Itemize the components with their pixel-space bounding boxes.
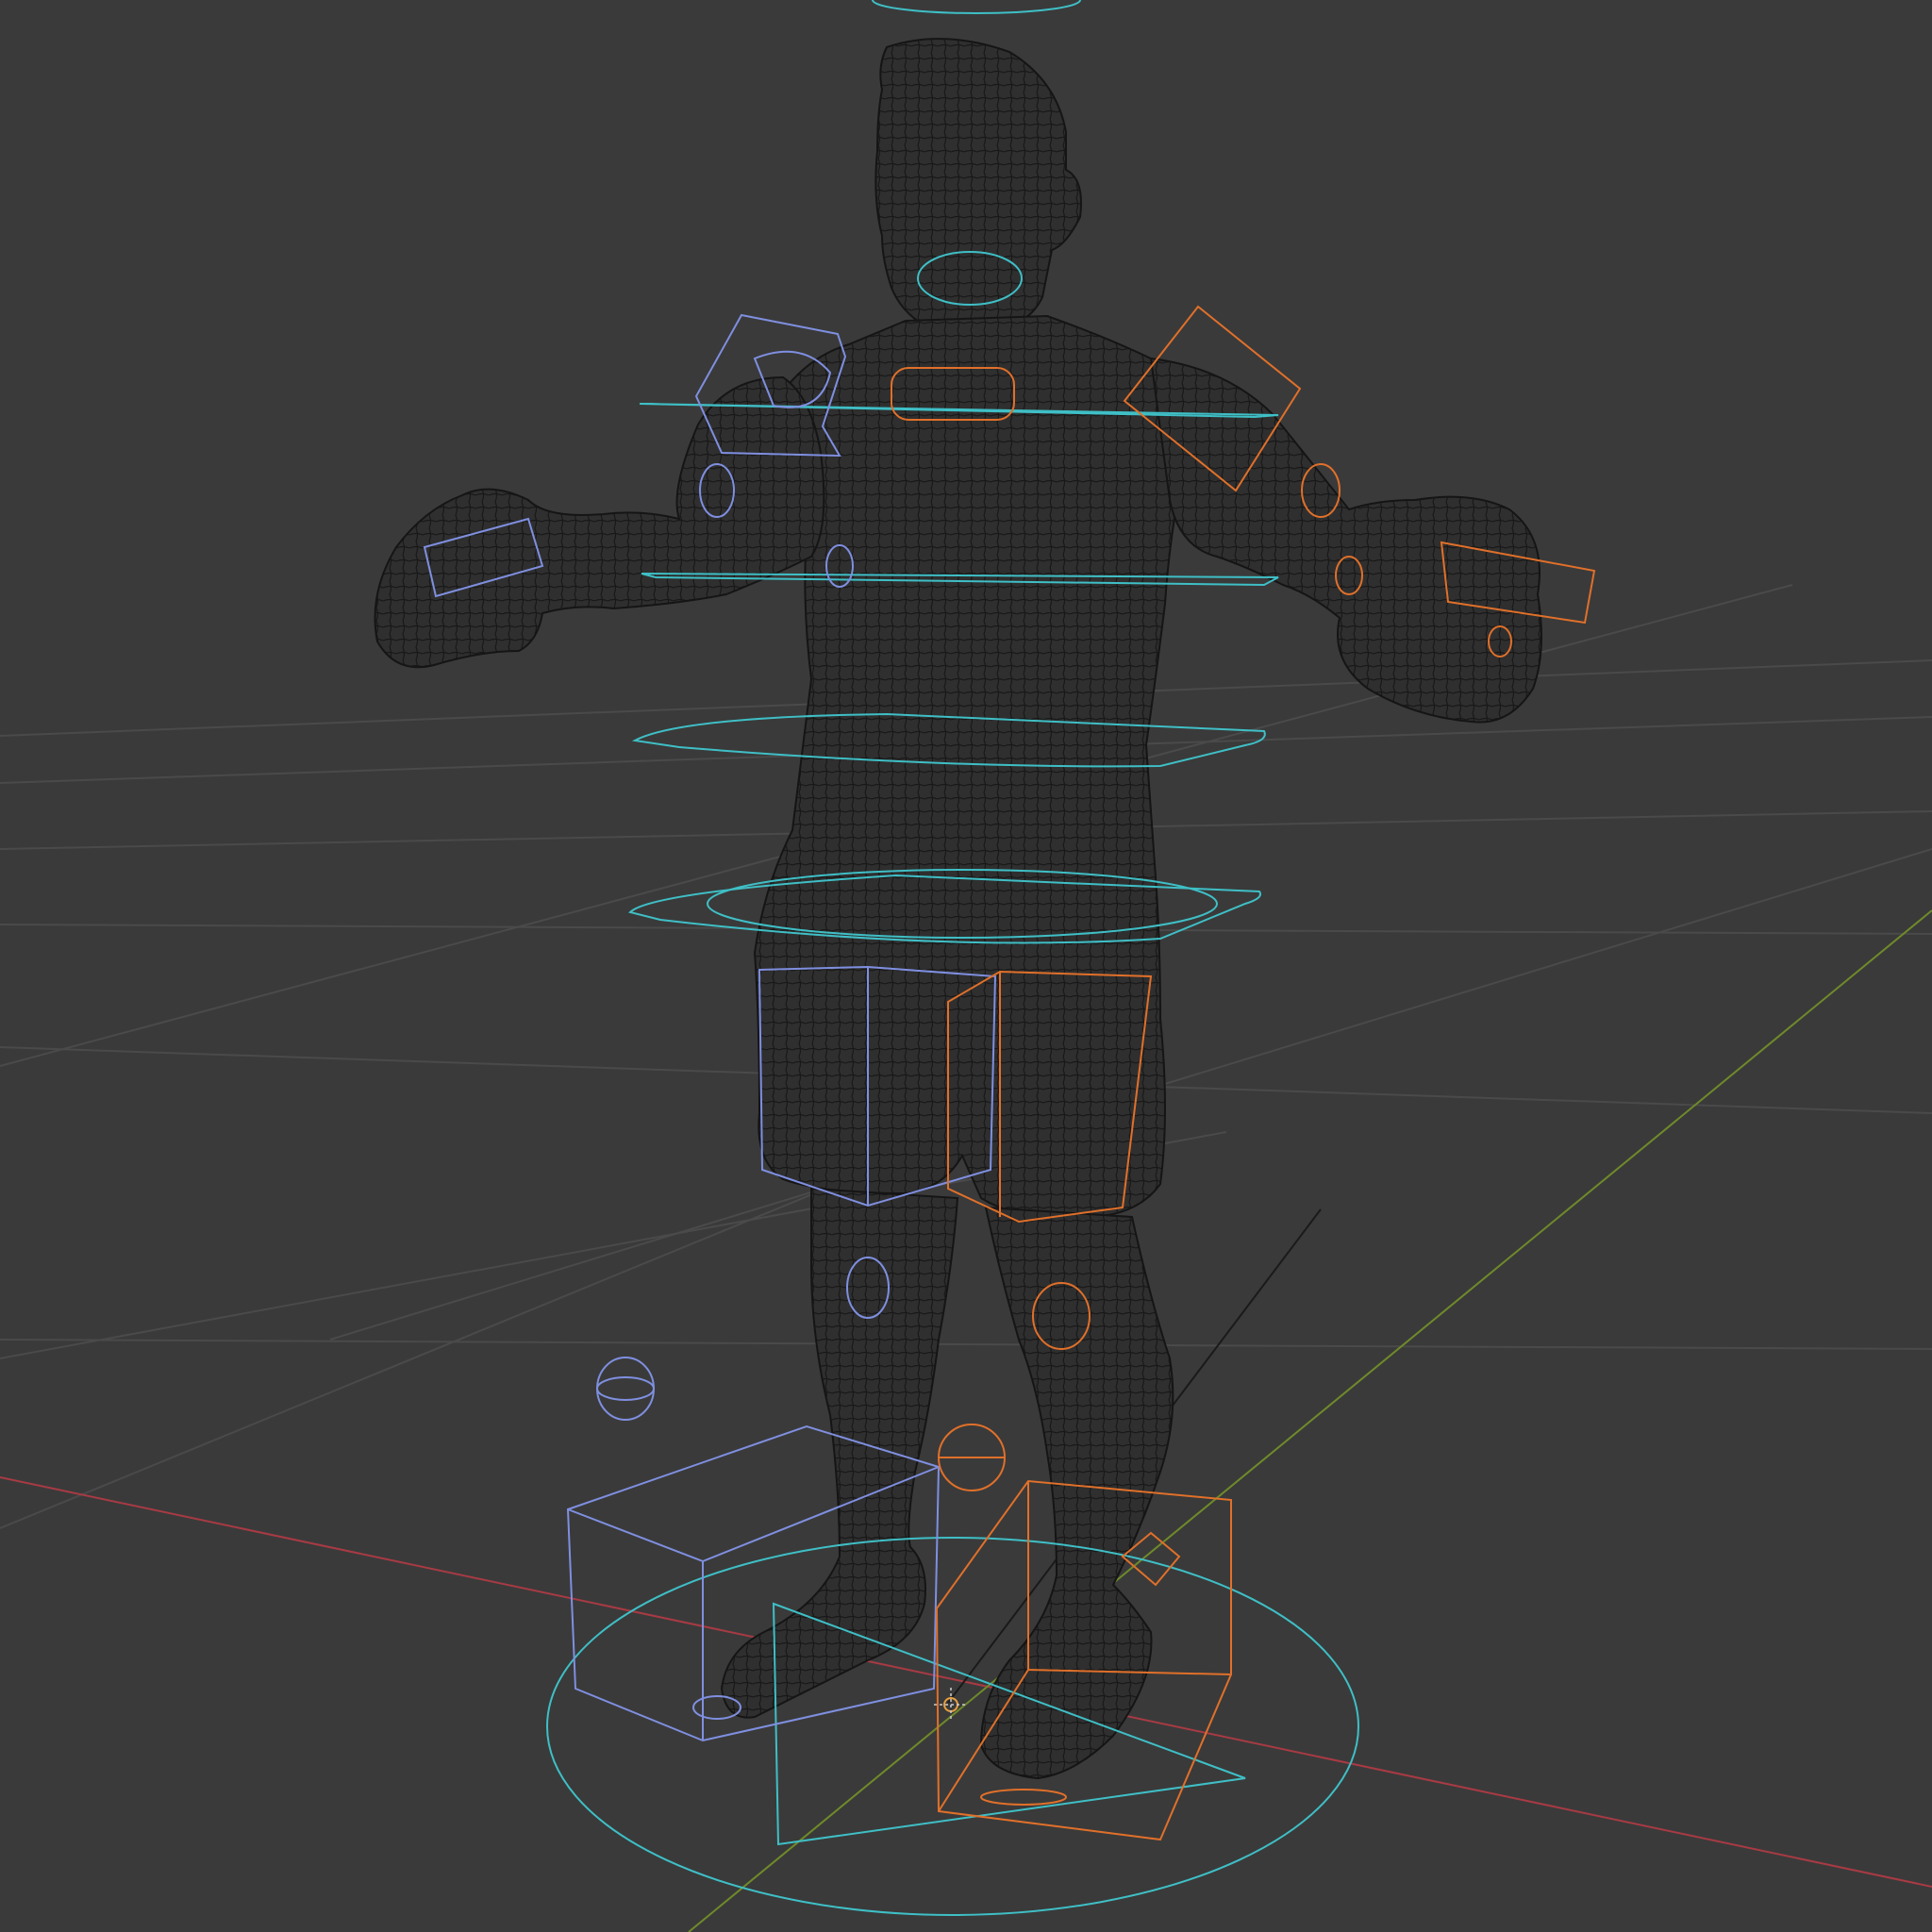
3d-cursor-icon — [934, 1688, 968, 1722]
left-knee-pole-control[interactable] — [596, 1357, 655, 1421]
head-top-control[interactable] — [872, 0, 1081, 14]
3d-viewport[interactable] — [0, 0, 1932, 1932]
character-mesh[interactable] — [374, 38, 1542, 1780]
